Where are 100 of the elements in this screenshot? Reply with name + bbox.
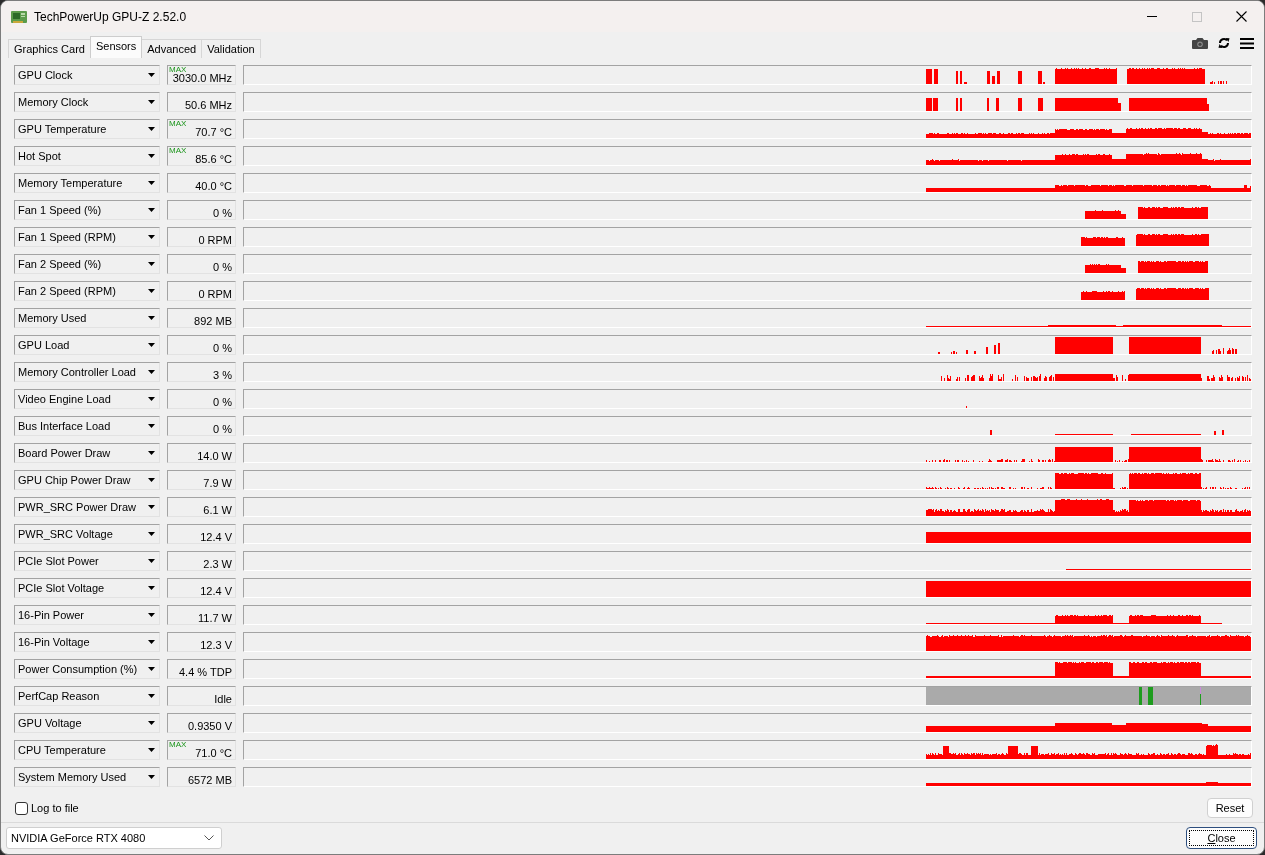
- sensor-reading: 7.9 W: [203, 478, 232, 489]
- reset-button[interactable]: Reset: [1207, 798, 1253, 818]
- sensor-reading: 0.9350 V: [187, 721, 232, 732]
- minimize-icon: [1146, 16, 1157, 17]
- max-label: MAX: [169, 147, 187, 154]
- sensor-select[interactable]: 16-Pin Power: [14, 605, 160, 625]
- caret-icon: [148, 640, 155, 644]
- caret-icon: [148, 100, 155, 104]
- caret-icon: [148, 532, 155, 536]
- caret-icon: [148, 451, 155, 455]
- caret-icon: [148, 775, 155, 779]
- sensor-select[interactable]: Fan 1 Speed (%): [14, 200, 160, 220]
- caret-icon: [148, 181, 155, 185]
- sensor-select[interactable]: System Memory Used: [14, 767, 160, 787]
- sensor-select[interactable]: Memory Temperature: [14, 173, 160, 193]
- sensor-select[interactable]: GPU Temperature: [14, 119, 160, 139]
- sensor-reading: 12.3 V: [200, 640, 232, 651]
- sensor-select[interactable]: Fan 1 Speed (RPM): [14, 227, 160, 247]
- caret-icon: [148, 505, 155, 509]
- caret-icon: [148, 613, 155, 617]
- sensor-reading: 2.3 W: [203, 559, 232, 570]
- sensor-reading: 3 %: [213, 370, 232, 381]
- tab[interactable]: Sensors: [89, 36, 143, 58]
- sensor-reading: 6572 MB: [187, 775, 232, 786]
- sensor-select[interactable]: Fan 2 Speed (RPM): [14, 281, 160, 301]
- sensor-select[interactable]: Bus Interface Load: [14, 416, 160, 436]
- checkbox-label: Log to file: [31, 802, 79, 814]
- sensor-select[interactable]: PWR_SRC Power Draw: [14, 497, 160, 517]
- sensor-select[interactable]: Board Power Draw: [14, 443, 160, 463]
- sensor-reading: 40.0 °C: [195, 181, 232, 192]
- caret-icon: [148, 721, 155, 725]
- graphics-card-icon: [11, 10, 27, 23]
- sensor-reading: 71.0 °C: [195, 748, 232, 759]
- caret-icon: [148, 586, 155, 590]
- sensor-select[interactable]: Memory Used: [14, 308, 160, 328]
- close-button[interactable]: Close: [1186, 827, 1257, 849]
- sensor-reading: Idle: [214, 694, 232, 705]
- sensor-select[interactable]: Hot Spot: [14, 146, 160, 166]
- sensor-select[interactable]: PCIe Slot Power: [14, 551, 160, 571]
- caret-icon: [148, 667, 155, 671]
- sensor-select[interactable]: Fan 2 Speed (%): [14, 254, 160, 274]
- sensor-select[interactable]: 16-Pin Voltage: [14, 632, 160, 652]
- sensor-select[interactable]: GPU Load: [14, 335, 160, 355]
- caret-icon: [148, 262, 155, 266]
- caret-icon: [148, 559, 155, 563]
- sensor-reading: 0 RPM: [198, 289, 232, 300]
- caret-icon: [148, 370, 155, 374]
- tab[interactable]: Validation: [201, 39, 261, 58]
- refresh-icon[interactable]: [1218, 37, 1230, 49]
- sensor-select[interactable]: GPU Chip Power Draw: [14, 470, 160, 490]
- sensor-reading: 6.1 W: [203, 505, 232, 516]
- caret-icon: [148, 127, 155, 131]
- max-label: MAX: [169, 120, 187, 127]
- device-select[interactable]: NVIDIA GeForce RTX 4080: [6, 827, 222, 849]
- maximize-icon: [1191, 11, 1202, 22]
- caret-icon: [148, 397, 155, 401]
- caret-icon: [148, 316, 155, 320]
- caret-icon: [148, 478, 155, 482]
- caret-icon: [148, 343, 155, 347]
- sensor-select[interactable]: PCIe Slot Voltage: [14, 578, 160, 598]
- close-icon: [1236, 11, 1247, 22]
- menu-icon[interactable]: [1240, 37, 1254, 49]
- max-label: MAX: [169, 741, 187, 748]
- caret-icon: [148, 424, 155, 428]
- caret-icon: [148, 208, 155, 212]
- caret-icon: [148, 289, 155, 293]
- caret-icon: [148, 154, 155, 158]
- sensor-select[interactable]: PerfCap Reason: [14, 686, 160, 706]
- sensor-select[interactable]: Memory Clock: [14, 92, 160, 112]
- caret-icon: [148, 73, 155, 77]
- caret-icon: [148, 748, 155, 752]
- max-label: MAX: [169, 66, 187, 73]
- sensor-reading: 0 %: [213, 343, 232, 354]
- checkbox[interactable]: [15, 801, 28, 815]
- window-title: TechPowerUp GPU-Z 2.52.0: [34, 9, 187, 24]
- sensor-select[interactable]: GPU Voltage: [14, 713, 160, 733]
- sensor-reading: 0 %: [213, 262, 232, 273]
- sensor-select[interactable]: PWR_SRC Voltage: [14, 524, 160, 544]
- sensor-select[interactable]: Power Consumption (%): [14, 659, 160, 679]
- tab[interactable]: Graphics Card: [8, 39, 91, 58]
- sensor-reading: 892 MB: [194, 316, 232, 327]
- sensor-reading: 0 %: [213, 397, 232, 408]
- sensor-reading: 0 %: [213, 424, 232, 435]
- sensor-reading: 3030.0 MHz: [172, 73, 232, 84]
- sensor-reading: 50.6 MHz: [184, 100, 232, 111]
- sensor-reading: 14.0 W: [197, 451, 232, 462]
- sensor-reading: 4.4 % TDP: [179, 667, 232, 678]
- sensor-reading: 12.4 V: [200, 586, 232, 597]
- sensor-select[interactable]: Video Engine Load: [14, 389, 160, 409]
- camera-icon[interactable]: [1192, 37, 1208, 49]
- sensor-reading: 11.7 W: [197, 613, 232, 624]
- sensor-select[interactable]: Memory Controller Load: [14, 362, 160, 382]
- sensor-reading: 0 RPM: [198, 235, 232, 246]
- caret-icon: [148, 235, 155, 239]
- sensor-reading: 12.4 V: [200, 532, 232, 543]
- sensor-select[interactable]: GPU Clock: [14, 65, 160, 85]
- caret-icon: [148, 694, 155, 698]
- sensor-select[interactable]: CPU Temperature: [14, 740, 160, 760]
- chevron-icon: [204, 835, 214, 841]
- sensor-reading: 85.6 °C: [195, 154, 232, 165]
